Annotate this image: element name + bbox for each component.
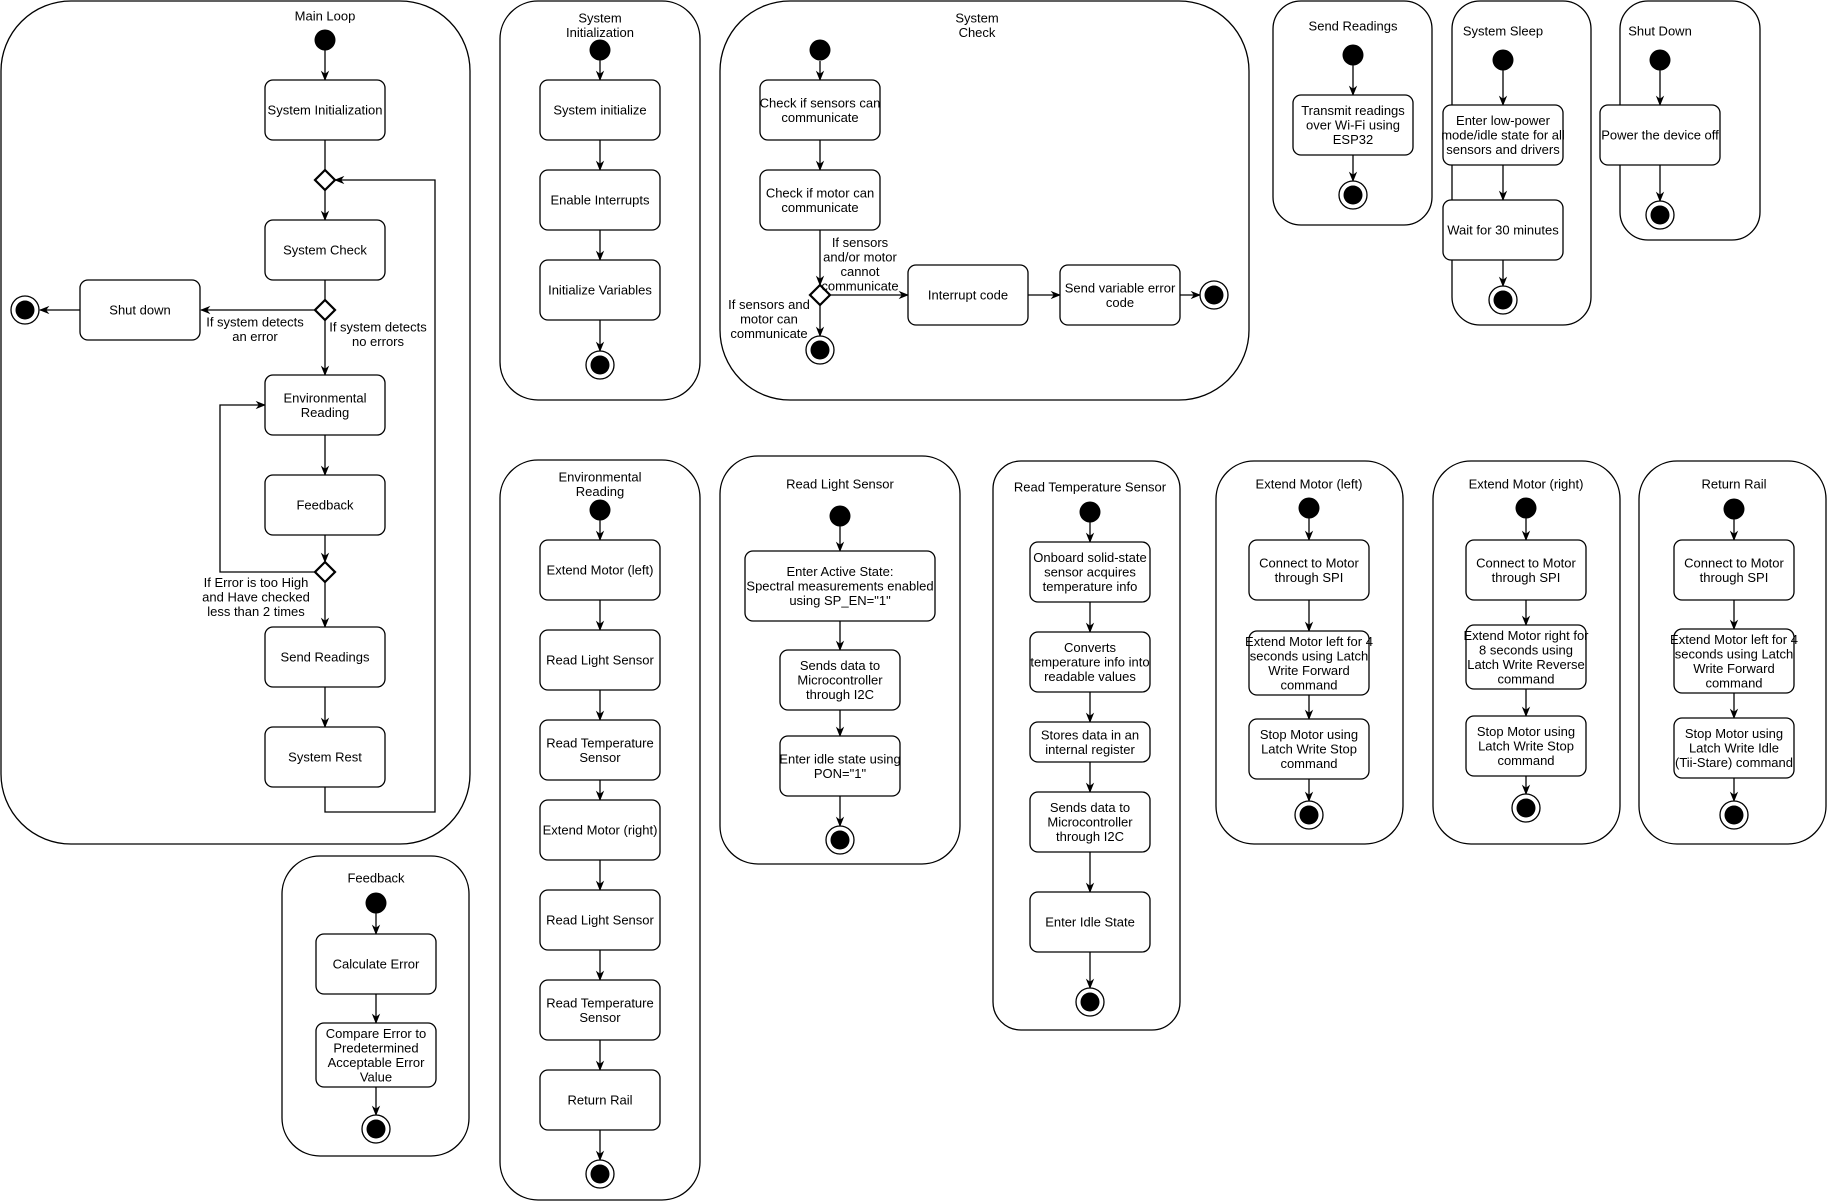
activity-diagram-canvas: Main Loop System Initialization System Che… <box>0 0 1827 1201</box>
sysinit-node-3-label: Initialize Variables <box>548 283 652 298</box>
syscheck-initial-node-icon <box>809 39 831 61</box>
panel-title-main-loop: Main Loop <box>295 9 356 24</box>
returnrail-initial-node-icon <box>1723 498 1745 520</box>
systemsleep-node-1-label: Enter low-power mode/idle state for all se… <box>1441 113 1565 157</box>
readlight-node-2-label: Sends data to Microcontroller through I2C <box>797 658 883 702</box>
syscheck-node-interrupt-code-label: Interrupt code <box>928 288 1008 303</box>
syscheck-final-node-error-icon <box>1199 280 1229 310</box>
syscheck-guard-can-communicate: If sensors and motor can communicate <box>728 297 810 341</box>
readtemp-node-3-label: Stores data in an internal register <box>1041 727 1139 757</box>
envreading-node-4-label: Extend Motor (right) <box>543 823 658 838</box>
syscheck-node-check-motor-label: Check if motor can communicate <box>766 185 874 215</box>
sysinit-node-1-label: System initialize <box>553 103 646 118</box>
main-node-shut-down-label: Shut down <box>109 303 170 318</box>
readtemp-node-4-label: Sends data to Microcontroller through I2C <box>1047 800 1133 844</box>
sendreadings-initial-node-icon <box>1342 44 1364 66</box>
returnrail-final-node-icon <box>1719 800 1749 830</box>
readtemp-initial-node-icon <box>1079 501 1101 523</box>
readlight-initial-node-icon <box>829 505 851 527</box>
panel-title-read-light-sensor: Read Light Sensor <box>786 477 894 492</box>
systemsleep-final-node-icon <box>1488 285 1518 315</box>
main-loop-final-node-icon <box>10 295 40 325</box>
sendreadings-final-node-icon <box>1338 180 1368 210</box>
readtemp-node-1-label: Onboard solid-state sensor acquires temper… <box>1033 550 1146 594</box>
panel-title-extend-motor-right: Extend Motor (right) <box>1469 477 1584 492</box>
readtemp-final-node-icon <box>1075 987 1105 1017</box>
shutdown-final-node-icon <box>1645 200 1675 230</box>
main-node-system-check-label: System Check <box>283 243 367 258</box>
panel-title-extend-motor-left: Extend Motor (left) <box>1256 477 1363 492</box>
sysinit-initial-node-icon <box>589 39 611 61</box>
envreading-node-1-label: Extend Motor (left) <box>547 563 654 578</box>
systemsleep-initial-node-icon <box>1492 49 1514 71</box>
panel-title-read-temperature-sensor: Read Temperature Sensor <box>1014 480 1167 495</box>
returnrail-node-3-label: Stop Motor using Latch Write Idle (Tii-Sta… <box>1675 726 1793 770</box>
shutdown-initial-node-icon <box>1649 49 1671 71</box>
envreading-initial-node-icon <box>589 499 611 521</box>
feedback-node-1-label: Calculate Error <box>333 957 420 972</box>
feedback-initial-node-icon <box>365 892 387 914</box>
panel-title-shut-down: Shut Down <box>1628 24 1692 39</box>
panel-title-system-sleep: System Sleep <box>1463 24 1543 39</box>
sysinit-node-2-label: Enable Interrupts <box>550 193 650 208</box>
envreading-node-7-label: Return Rail <box>567 1093 632 1108</box>
shutdown-node-1-label: Power the device off <box>1601 128 1719 143</box>
extendright-initial-node-icon <box>1515 497 1537 519</box>
readtemp-node-5-label: Enter Idle State <box>1045 915 1135 930</box>
envreading-final-node-icon <box>585 1159 615 1189</box>
guard-retry-condition: If Error is too High and Have checked less… <box>202 575 310 619</box>
extendleft-final-node-icon <box>1294 800 1324 830</box>
extendright-final-node-icon <box>1511 793 1541 823</box>
main-loop-initial-node-icon <box>314 29 336 51</box>
syscheck-guard-cannot-communicate: If sensors and/or motor cannot communicate <box>821 235 898 294</box>
envreading-node-5-label: Read Light Sensor <box>546 913 654 928</box>
systemsleep-node-2-label: Wait for 30 minutes <box>1447 223 1559 238</box>
main-node-feedback-label: Feedback <box>296 498 354 513</box>
panel-title-feedback: Feedback <box>347 871 405 886</box>
readlight-final-node-icon <box>825 825 855 855</box>
extendleft-initial-node-icon <box>1298 497 1320 519</box>
panel-title-system-check: System Check <box>955 10 998 40</box>
syscheck-final-node-ok-icon <box>805 335 835 365</box>
envreading-node-2-label: Read Light Sensor <box>546 653 654 668</box>
sysinit-final-node-icon <box>585 350 615 380</box>
panel-title-send-readings: Send Readings <box>1309 19 1398 34</box>
feedback-final-node-icon <box>361 1114 391 1144</box>
panel-title-return-rail: Return Rail <box>1701 477 1766 492</box>
main-node-system-initialization-label: System Initialization <box>268 103 383 118</box>
main-node-system-rest-label: System Rest <box>288 750 362 765</box>
main-node-send-readings-label: Send Readings <box>281 650 370 665</box>
panel-main-loop <box>0 0 471 845</box>
